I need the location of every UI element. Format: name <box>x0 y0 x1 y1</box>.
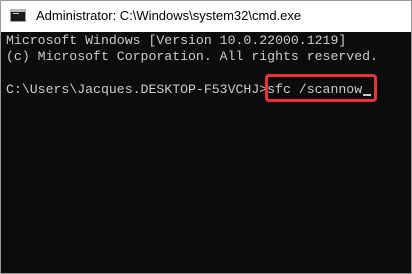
console-output[interactable]: Microsoft Windows [Version 10.0.22000.12… <box>1 32 411 273</box>
cmd-window: Administrator: C:\Windows\system32\cmd.e… <box>0 0 412 274</box>
cmd-icon <box>10 9 26 22</box>
version-line: Microsoft Windows [Version 10.0.22000.12… <box>6 33 347 48</box>
copyright-line: (c) Microsoft Corporation. All rights re… <box>6 49 378 64</box>
command-highlight-box <box>265 74 377 102</box>
window-title: Administrator: C:\Windows\system32\cmd.e… <box>36 8 302 23</box>
title-bar[interactable]: Administrator: C:\Windows\system32\cmd.e… <box>1 1 411 32</box>
command-prompt: C:\Users\Jacques.DESKTOP-F53VCHJ> <box>6 82 268 97</box>
